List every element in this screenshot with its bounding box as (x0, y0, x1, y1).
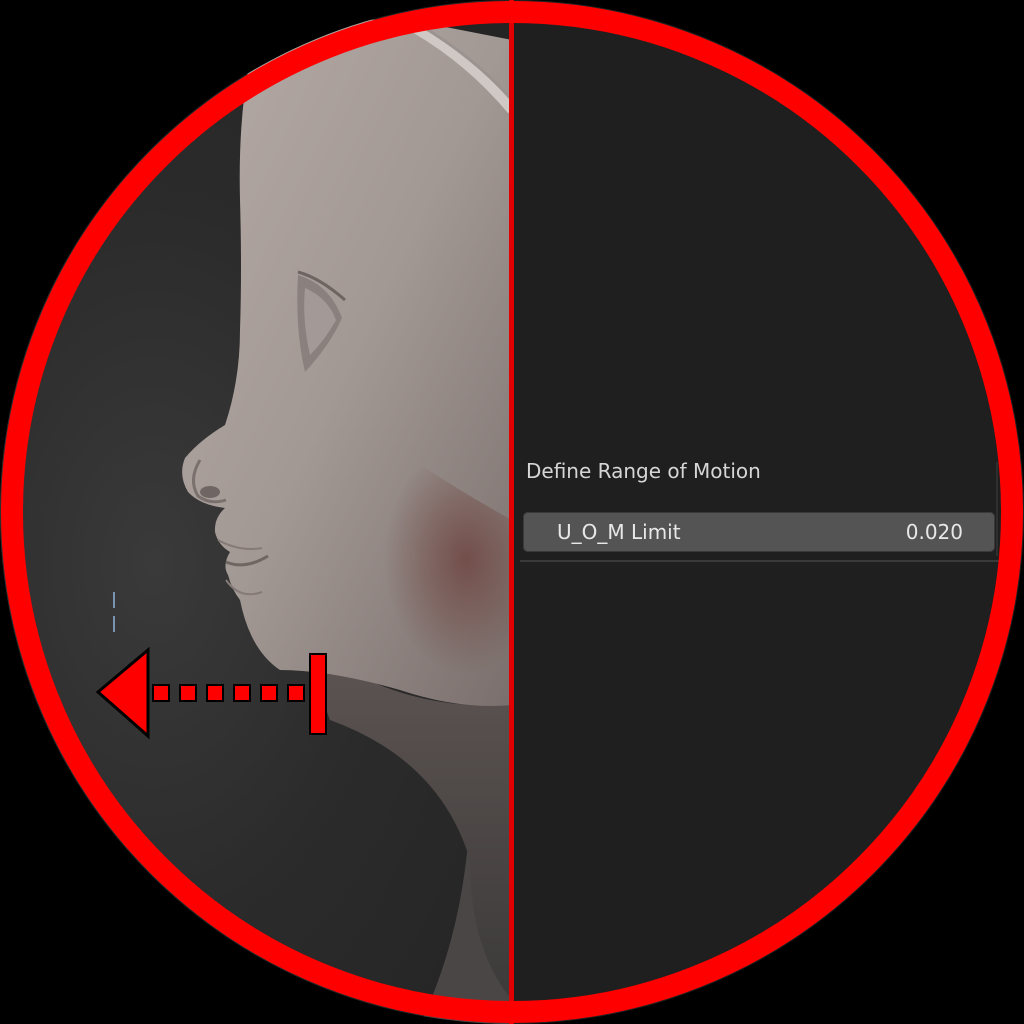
panel-separator (520, 560, 1000, 562)
3d-viewport[interactable] (0, 0, 512, 1024)
uom-limit-field[interactable]: U_O_M Limit 0.020 (523, 512, 995, 552)
dashed-left-arrow-icon (95, 646, 327, 740)
magnifier-lens: Define Range of Motion U_O_M Limit 0.020 (0, 0, 1024, 1024)
section-title: Define Range of Motion (526, 459, 761, 483)
panel-scroll-edge (996, 462, 998, 556)
uom-limit-label: U_O_M Limit (557, 520, 681, 544)
uom-limit-value: 0.020 (905, 520, 963, 544)
